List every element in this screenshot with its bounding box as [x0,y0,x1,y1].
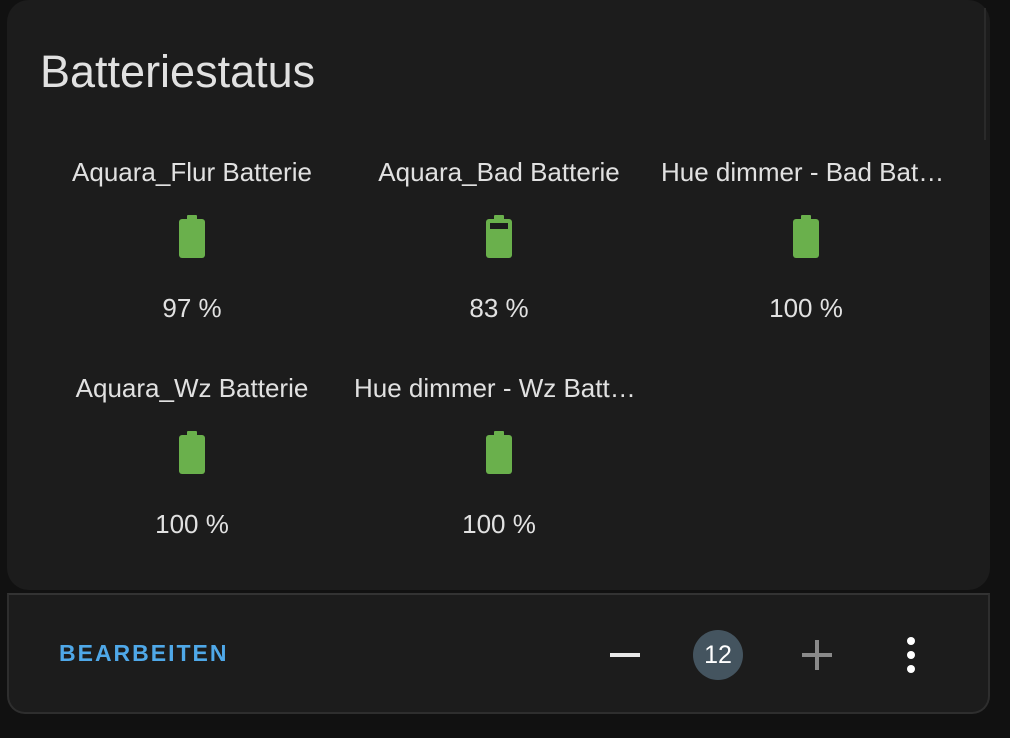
card-order-badge: 12 [693,630,743,680]
dashboard-page: Batteriestatus Aquara_Flur Batterie 97 %… [0,0,1010,738]
card-edge [984,8,990,140]
edit-button[interactable]: BEARBEITEN [47,635,241,671]
entity-aquara-bad[interactable]: Aquara_Bad Batterie 83 % [346,157,652,357]
battery-status-card: Batteriestatus Aquara_Flur Batterie 97 %… [7,0,990,590]
entity-state: 100 % [462,509,536,539]
card-edit-footer: BEARBEITEN 12 [7,593,990,714]
entity-hue-dimmer-bad[interactable]: Hue dimmer - Bad Batterie 100 % [653,157,959,357]
battery-full-icon [179,215,205,258]
battery-full-icon [793,215,819,258]
dots-vertical-icon[interactable] [889,633,933,677]
entity-name: Aquara_Wz Batterie [75,373,309,403]
card-title: Batteriestatus [40,46,316,97]
plus-icon[interactable] [797,635,837,675]
entity-aquara-wz[interactable]: Aquara_Wz Batterie 100 % [39,373,345,573]
entity-name: Aquara_Flur Batterie [72,157,312,187]
battery-80-icon [486,215,512,258]
entity-name: Hue dimmer - Bad Batterie [661,157,959,187]
entity-state: 83 % [469,293,529,323]
entity-name: Hue dimmer - Wz Batterie [354,373,652,403]
entity-aquara-flur[interactable]: Aquara_Flur Batterie 97 % [39,157,345,357]
battery-full-icon [486,431,512,474]
entity-state: 100 % [155,509,229,539]
entity-state: 100 % [769,293,843,323]
battery-full-icon [179,431,205,474]
entity-name: Aquara_Bad Batterie [378,157,620,187]
minus-icon[interactable] [605,635,645,675]
entity-hue-dimmer-wz[interactable]: Hue dimmer - Wz Batterie 100 % [346,373,652,573]
entity-state: 97 % [162,293,222,323]
